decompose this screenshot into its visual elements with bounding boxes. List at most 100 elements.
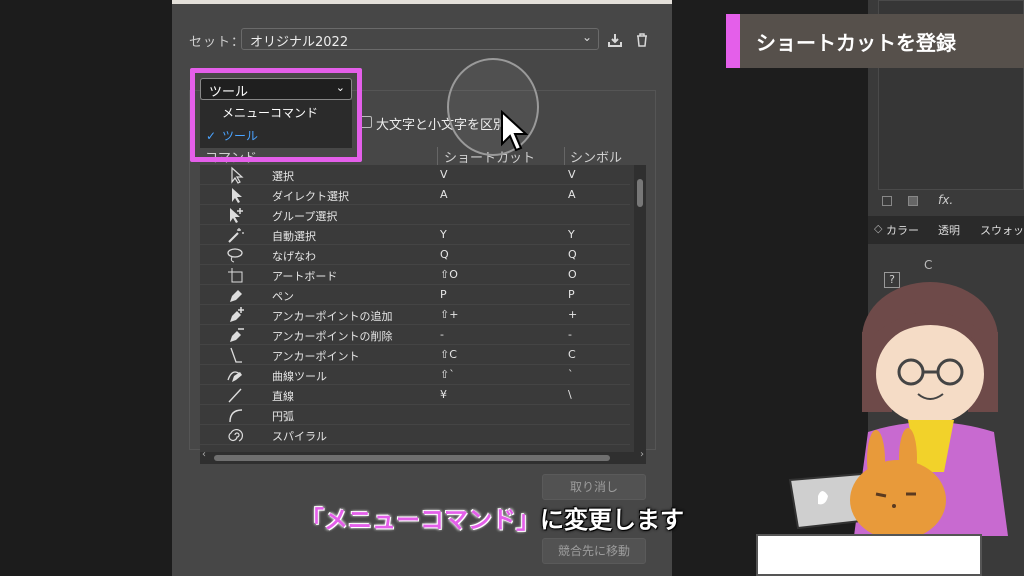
table-row[interactable]: なげなわ Q Q xyxy=(200,245,630,265)
square-icon[interactable] xyxy=(882,196,892,206)
shortcut-value[interactable]: ⇧+ xyxy=(440,308,458,321)
symbol-value: V xyxy=(568,168,576,181)
selection-arrow-icon xyxy=(231,166,244,184)
command-name: グループ選択 xyxy=(272,210,338,223)
arc-icon xyxy=(229,409,243,423)
chevron-down-icon: ⌄ xyxy=(335,81,345,94)
symbol-value: Y xyxy=(568,228,575,241)
symbol-value: C xyxy=(568,348,576,361)
symbol-value: + xyxy=(568,308,578,321)
shortcut-table: 選択 V V ダイレクト選択 A A グループ選択 自動選択 Y Y なげなわ Q Q アートボード ⇧O O… xyxy=(200,165,646,452)
command-name: アンカーポイントの追加 xyxy=(272,310,393,323)
command-name: 選択 xyxy=(272,170,294,183)
table-row[interactable]: 円弧 xyxy=(200,405,630,425)
shortcut-value[interactable]: Q xyxy=(440,248,449,261)
color-c-label: C xyxy=(924,258,933,272)
export-icon[interactable] xyxy=(606,32,624,48)
tool-type-value: ツール xyxy=(209,85,249,100)
table-row[interactable]: ダイレクト選択 A A xyxy=(200,185,630,205)
undo-button[interactable]: 取り消し xyxy=(542,474,646,500)
symbol-value: P xyxy=(568,288,575,301)
menu-item-menu-commands[interactable]: メニューコマンド xyxy=(200,102,352,124)
set-label: セット： xyxy=(189,35,246,50)
table-row[interactable]: アンカーポイントの削除 - - xyxy=(200,325,630,345)
line-segment-icon xyxy=(228,388,242,403)
shortcut-value[interactable]: Y xyxy=(440,228,447,241)
subtitle-rest: に変更します xyxy=(540,506,684,534)
table-row[interactable]: アンカーポイントの追加 ⇧+ + xyxy=(200,305,630,325)
chevron-down-icon: ⌄ xyxy=(581,30,592,44)
shortcut-value[interactable]: P xyxy=(440,288,447,301)
shortcut-value[interactable]: A xyxy=(440,188,448,201)
case-sensitive-checkbox[interactable] xyxy=(360,116,372,128)
column-header-command[interactable]: コマンド xyxy=(205,147,257,166)
command-name: アートボード xyxy=(272,270,338,283)
tool-type-dropdown[interactable]: ツール ⌄ xyxy=(200,78,352,100)
table-row[interactable]: 直線 ¥ \ xyxy=(200,385,630,405)
symbol-value: A xyxy=(568,188,576,201)
shortcut-value[interactable]: ⇧O xyxy=(440,268,458,281)
scroll-left-icon[interactable]: ‹ xyxy=(202,449,206,460)
group-selection-icon xyxy=(230,208,243,223)
set-select-value: オリジナル2022 xyxy=(250,35,349,50)
table-row[interactable]: 曲線ツール ⇧` ` xyxy=(200,365,630,385)
horizontal-scrollbar[interactable]: ‹ › xyxy=(200,449,646,464)
delete-anchor-icon xyxy=(230,328,244,342)
trash-icon[interactable] xyxy=(634,32,650,48)
table-row[interactable]: アンカーポイント ⇧C C xyxy=(200,345,630,365)
subtitle-caption: 「メニューコマンド」に変更します xyxy=(300,500,684,535)
tab-transparency[interactable]: 透明 xyxy=(938,222,960,238)
table-row[interactable]: 自動選択 Y Y xyxy=(200,225,630,245)
shortcut-value[interactable]: ⇧C xyxy=(440,348,457,361)
scroll-right-icon[interactable]: › xyxy=(640,449,644,460)
add-anchor-icon xyxy=(230,307,244,322)
direct-selection-icon xyxy=(232,188,242,203)
set-select[interactable]: オリジナル2022 ⌄ xyxy=(241,28,599,50)
symbol-value: Q xyxy=(568,248,577,261)
menu-item-tools[interactable]: ✓ ツール xyxy=(200,125,352,147)
table-row[interactable]: アートボード ⇧O O xyxy=(200,265,630,285)
curvature-icon xyxy=(227,371,242,382)
menu-item-label: メニューコマンド xyxy=(222,106,319,120)
go-to-conflict-button[interactable]: 競合先に移動 xyxy=(542,538,646,564)
scroll-thumb[interactable] xyxy=(214,455,610,461)
menu-item-label: ツール xyxy=(222,129,259,143)
command-name: なげなわ xyxy=(272,250,316,263)
symbol-value: ` xyxy=(568,368,574,381)
command-name: 円弧 xyxy=(272,410,294,423)
shortcut-value[interactable]: ¥ xyxy=(440,388,447,401)
fx-icon[interactable]: fx. xyxy=(938,193,953,207)
shortcut-value[interactable]: - xyxy=(440,328,444,341)
command-name: ペン xyxy=(272,290,294,303)
symbol-value: - xyxy=(568,328,572,341)
magic-wand-icon xyxy=(228,228,244,243)
spiral-icon xyxy=(228,429,243,442)
command-name: 自動選択 xyxy=(272,230,316,243)
command-name: 直線 xyxy=(272,390,294,403)
pen-icon xyxy=(230,290,242,302)
table-row[interactable]: スパイラル xyxy=(200,425,630,445)
character-illustration xyxy=(788,282,1008,536)
command-name: スパイラル xyxy=(272,430,327,443)
command-name: 曲線ツール xyxy=(272,370,327,383)
table-row[interactable]: 選択 V V xyxy=(200,165,630,185)
checkmark-icon: ✓ xyxy=(206,129,217,143)
shortcut-value[interactable]: ⇧` xyxy=(440,368,455,381)
table-row[interactable]: ペン P P xyxy=(200,285,630,305)
desk-box xyxy=(756,534,982,576)
command-name: アンカーポイント xyxy=(272,350,360,363)
symbol-value: O xyxy=(568,268,577,281)
symbol-value: \ xyxy=(568,388,572,401)
scroll-thumb[interactable] xyxy=(637,179,643,207)
table-row[interactable]: グループ選択 xyxy=(200,205,630,225)
shortcut-value[interactable]: V xyxy=(440,168,448,181)
command-name: ダイレクト選択 xyxy=(272,190,349,203)
vertical-scrollbar[interactable] xyxy=(634,165,646,452)
column-header-symbol[interactable]: シンボル xyxy=(570,147,622,166)
artboard-icon xyxy=(228,268,243,283)
tab-swatches[interactable]: スウォッ xyxy=(980,222,1024,238)
tab-color[interactable]: カラー xyxy=(886,222,919,238)
title-tag-text: ショートカットを登録 xyxy=(756,31,956,55)
collapse-icon[interactable]: ◇ xyxy=(874,222,882,235)
square-filled-icon[interactable] xyxy=(908,196,918,206)
